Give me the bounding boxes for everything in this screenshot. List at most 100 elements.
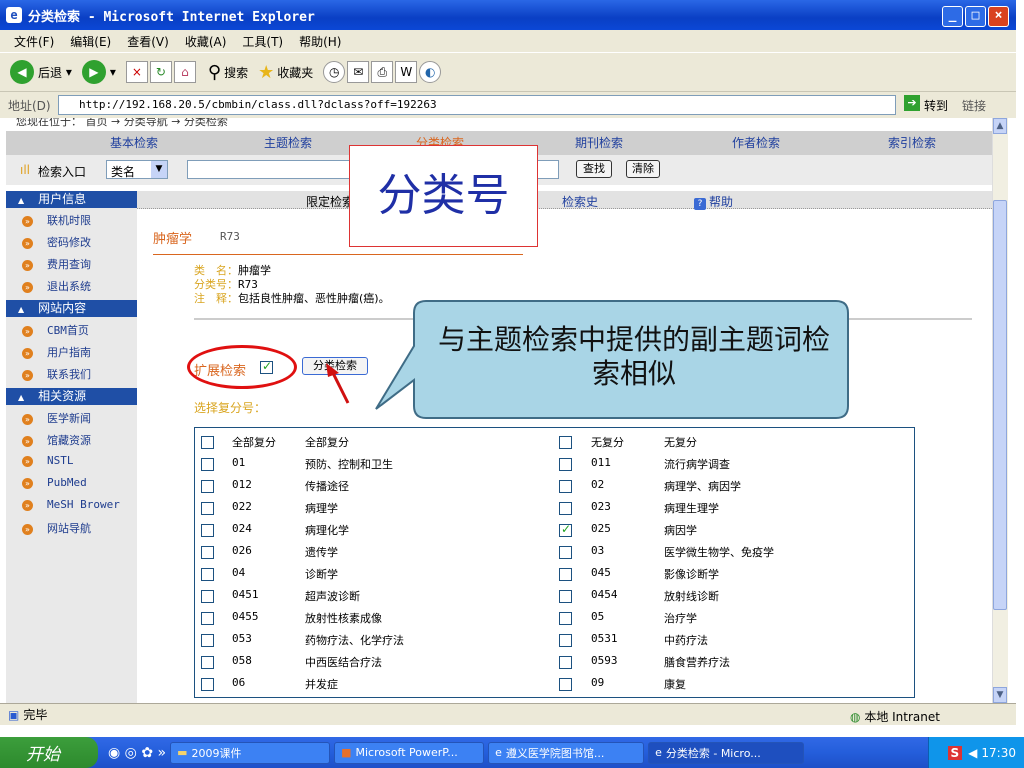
menu-help[interactable]: 帮助(H) (299, 33, 341, 50)
scroll-up-icon[interactable]: ▲ (993, 118, 1007, 134)
subdivision-checkbox[interactable] (201, 502, 214, 515)
subdivision-code-2: 05 (591, 610, 605, 623)
subdivision-checkbox[interactable] (201, 612, 214, 625)
scroll-down-icon[interactable]: ▼ (993, 687, 1007, 703)
subdivision-checkbox-2[interactable] (559, 590, 572, 603)
toolbar: ◀ 后退 ▾ ▶ ▾ × ↻ ⌂ ⚲ 搜索 ★ 收藏夹 ◷ ✉ ⎙ W ◐ (0, 52, 1016, 92)
minimize-button[interactable]: _ (942, 6, 963, 27)
home-icon[interactable]: ⌂ (173, 61, 196, 83)
start-button[interactable]: 开始 (0, 737, 98, 768)
find-button[interactable]: 查找 (576, 160, 612, 178)
sidebar-section-resources[interactable]: 相关资源 (6, 388, 137, 405)
sidebar-item-holdings[interactable]: » 馆藏资源 (22, 432, 91, 448)
task-library[interactable]: e 遵义医学院图书馆... (488, 741, 645, 764)
subdivision-checkbox-2[interactable] (559, 458, 572, 471)
subdivision-checkbox[interactable] (201, 480, 214, 493)
tab-author-search[interactable]: 作者检索 (732, 134, 780, 151)
print-icon[interactable]: ⎙ (371, 61, 394, 83)
sidebar-item-news[interactable]: » 医学新闻 (22, 410, 91, 426)
annotation-ellipse (187, 345, 297, 389)
subdivision-checkbox-2[interactable] (559, 612, 572, 625)
menu-edit[interactable]: 编辑(E) (70, 33, 111, 50)
sidebar-item-billing[interactable]: » 费用查询 (22, 256, 91, 272)
sidebar-item-cbm-home[interactable]: » CBM首页 (22, 322, 89, 338)
subdivision-checkbox[interactable] (201, 436, 214, 449)
maximize-button[interactable]: □ (965, 6, 986, 27)
task-classification-search[interactable]: e 分类检索 - Micro... (648, 741, 805, 764)
mail-icon[interactable]: ✉ (347, 61, 370, 83)
subdivision-checkbox-2[interactable] (559, 502, 572, 515)
subdivision-checkbox-2[interactable] (559, 522, 572, 537)
subdivision-checkbox[interactable] (201, 546, 214, 559)
sidebar-item-password[interactable]: » 密码修改 (22, 234, 91, 250)
subdivision-checkbox[interactable] (201, 678, 214, 691)
forward-button[interactable]: ▶ ▾ (81, 60, 116, 84)
messenger-icon[interactable]: ◐ (419, 61, 442, 83)
subdivision-code-2: 09 (591, 676, 605, 689)
search-history-link[interactable]: 检索史 (562, 193, 598, 210)
tab-basic-search[interactable]: 基本检索 (110, 134, 158, 151)
menu-view[interactable]: 查看(V) (127, 33, 169, 50)
tab-journal-search[interactable]: 期刊检索 (575, 134, 623, 151)
quicklaunch-icon[interactable]: ◉ ◎ ✿ » (108, 745, 166, 761)
subdivision-checkbox[interactable] (201, 458, 214, 471)
sidebar-item-guide[interactable]: » 用户指南 (22, 344, 91, 360)
subdivision-checkbox[interactable] (201, 524, 214, 537)
help-link[interactable]: ? 帮助 (694, 193, 733, 210)
tab-index-search[interactable]: 索引检索 (888, 134, 936, 151)
subdivision-code: 053 (232, 632, 252, 645)
sidebar-item-logout[interactable]: » 退出系统 (22, 278, 91, 294)
sidebar-item-online-limit[interactable]: » 联机时限 (22, 212, 91, 228)
close-button[interactable]: × (988, 6, 1009, 27)
limit-search-link[interactable]: 限定检索 (306, 193, 354, 210)
status-text: 完毕 (23, 708, 48, 722)
subdivision-checkbox[interactable] (201, 590, 214, 603)
subdivision-checkbox-2[interactable] (559, 568, 572, 581)
sidebar-section-user[interactable]: 用户信息 (6, 191, 137, 208)
subdivision-name-2: 医学微生物学、免疫学 (664, 546, 774, 559)
subdivision-checkbox-2[interactable] (559, 656, 572, 669)
sidebar-item-nstl[interactable]: » NSTL (22, 454, 74, 467)
page-content: 您现在位于： 首页 → 分类导航 → 分类检索 基本检索 主题检索 分类检索 期… (6, 118, 992, 703)
sidebar-section-site[interactable]: 网站内容 (6, 300, 137, 317)
sidebar-item-pubmed[interactable]: » PubMed (22, 476, 87, 489)
refresh-icon[interactable]: ↻ (149, 61, 172, 83)
subdivision-checkbox-2[interactable] (559, 546, 572, 559)
stop-icon[interactable]: × (125, 61, 148, 83)
favorites-button[interactable]: ★ 收藏夹 (258, 62, 313, 83)
menu-file[interactable]: 文件(F) (14, 33, 54, 50)
subdivision-name: 放射性核素成像 (305, 612, 382, 625)
scrollbar-thumb[interactable] (993, 200, 1007, 610)
subdivision-name: 遗传学 (305, 546, 338, 559)
address-input[interactable]: http://192.168.20.5/cbmbin/class.dll?dcl… (58, 95, 896, 115)
subdivision-checkbox[interactable] (201, 568, 214, 581)
edit-icon[interactable]: W (395, 61, 418, 83)
subdivision-checkbox-2[interactable] (559, 634, 572, 647)
ime-icon[interactable]: S (947, 745, 963, 760)
menu-favorites[interactable]: 收藏(A) (185, 33, 227, 50)
annotation-box: 分类号 (349, 145, 538, 247)
links-button[interactable]: 链接 (962, 97, 986, 114)
go-arrow-icon[interactable]: ➔ (904, 95, 920, 111)
subdivision-checkbox-2[interactable] (559, 436, 572, 449)
search-field-select[interactable]: 类名 ▼ (106, 160, 168, 179)
subdivision-checkbox[interactable] (201, 656, 214, 669)
subdivision-name-2: 流行病学调查 (664, 458, 730, 471)
sidebar-item-contact[interactable]: » 联系我们 (22, 366, 91, 382)
menu-tools[interactable]: 工具(T) (242, 33, 283, 50)
sidebar-item-site-nav[interactable]: » 网站导航 (22, 520, 91, 536)
task-2009-courseware[interactable]: ▬ 2009课件 (170, 741, 331, 764)
history-icon[interactable]: ◷ (323, 61, 346, 83)
clear-button[interactable]: 清除 (626, 160, 660, 178)
task-powerpoint[interactable]: ■ Microsoft PowerP... (334, 741, 485, 764)
go-button[interactable]: 转到 (924, 97, 948, 114)
tray-arrow-icon[interactable]: ◀ (968, 746, 977, 760)
subdivision-checkbox[interactable] (201, 634, 214, 647)
subdivision-checkbox-2[interactable] (559, 678, 572, 691)
sidebar-item-mesh[interactable]: » MeSH Brower (22, 498, 120, 511)
tab-subject-search[interactable]: 主题检索 (264, 134, 312, 151)
bullet-icon: » (22, 456, 33, 467)
back-button[interactable]: ◀ 后退 ▾ (10, 60, 72, 84)
search-button[interactable]: ⚲ 搜索 (208, 62, 248, 83)
subdivision-checkbox-2[interactable] (559, 480, 572, 493)
